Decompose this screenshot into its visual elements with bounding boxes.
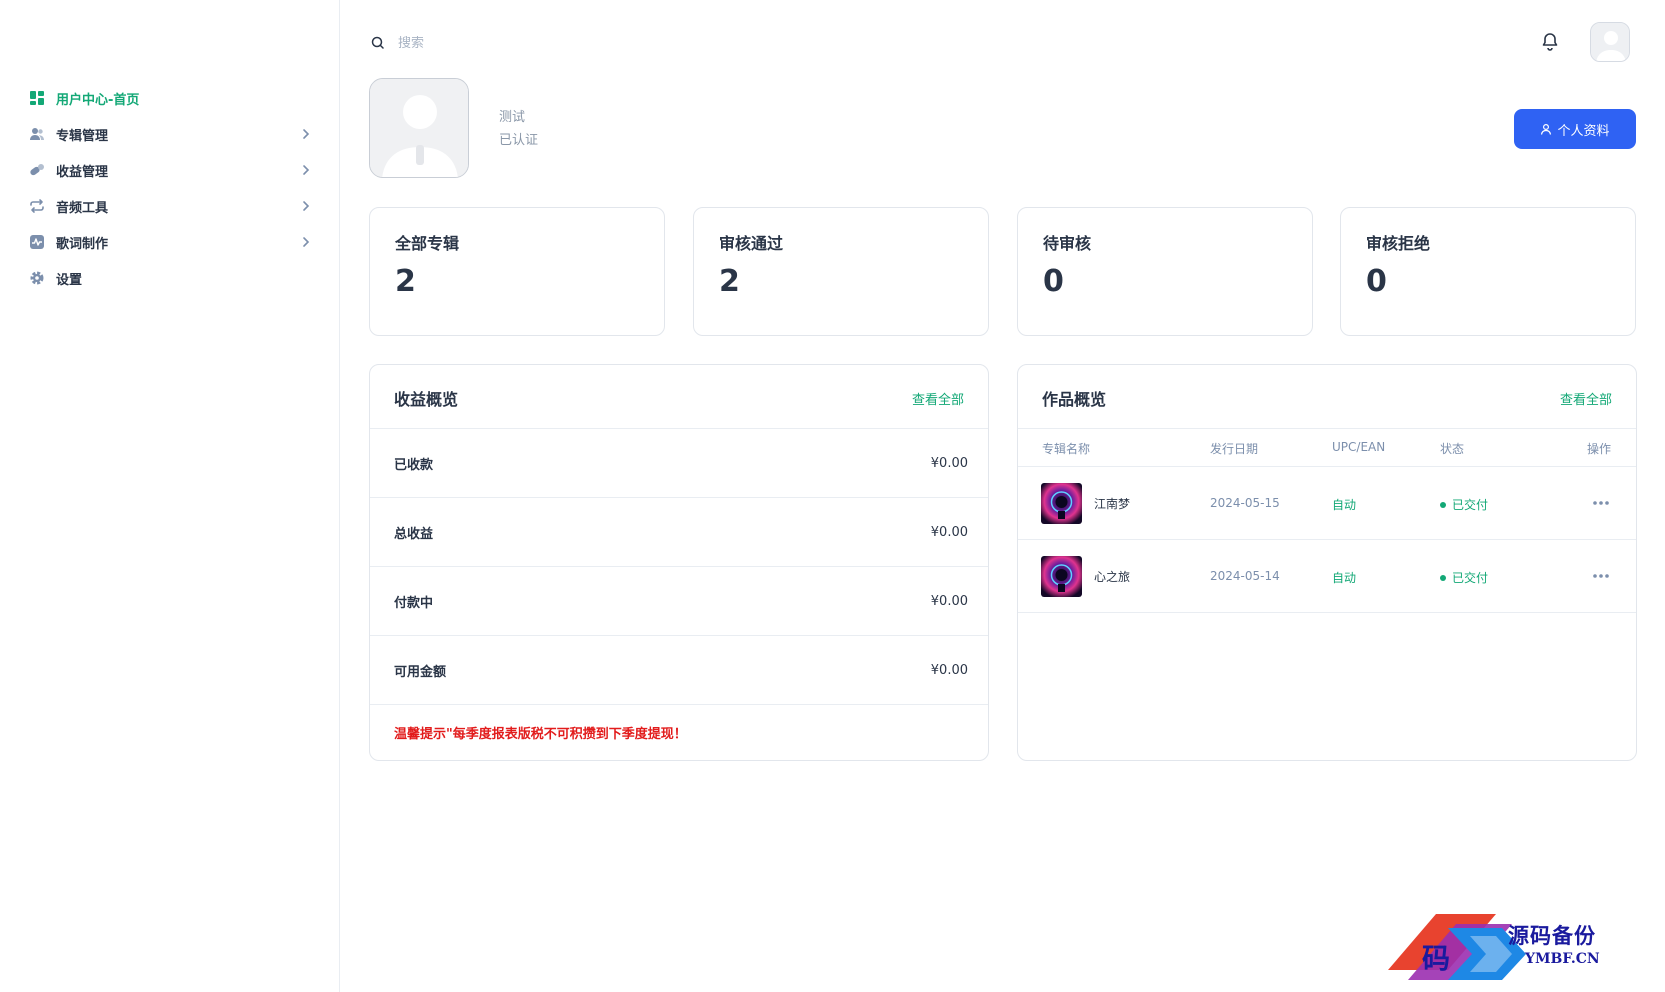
- table-row: 心之旅 2024-05-14 自动 已交付: [1018, 540, 1636, 613]
- income-value: ¥0.00: [930, 455, 968, 471]
- chevron-right-icon: [303, 129, 310, 139]
- income-label: 已收款: [394, 457, 434, 473]
- sidebar-item-label: 用户中心-首页: [56, 92, 140, 108]
- release-date: 2024-05-14: [1210, 569, 1280, 583]
- stat-card-approved: 审核通过 2: [693, 207, 989, 336]
- stat-value: 0: [1366, 264, 1387, 299]
- stat-card-pending: 待审核 0: [1017, 207, 1313, 336]
- upc-value: 自动: [1332, 571, 1357, 585]
- search-bar: [370, 32, 598, 54]
- search-input[interactable]: [398, 35, 598, 51]
- table-header: 专辑名称 发行日期 UPC/EAN 状态 操作: [1018, 429, 1636, 467]
- sidebar-item-label: 收益管理: [56, 164, 109, 180]
- income-overview-card: 收益概览 查看全部 已收款 ¥0.00 总收益 ¥0.00 付款中 ¥0.00 …: [369, 364, 989, 761]
- sidebar-item-income[interactable]: 收益管理: [28, 152, 313, 188]
- bell-icon[interactable]: [1538, 30, 1562, 54]
- status-badge: 已交付: [1440, 569, 1488, 586]
- profile-button[interactable]: 个人资料: [1514, 109, 1636, 149]
- more-options-icon[interactable]: [1591, 568, 1611, 584]
- more-options-icon[interactable]: [1591, 495, 1611, 511]
- stat-label: 全部专辑: [395, 234, 460, 253]
- profile-button-label: 个人资料: [1557, 123, 1610, 139]
- column-header-album-name: 专辑名称: [1042, 442, 1091, 456]
- sidebar-item-albums[interactable]: 专辑管理: [28, 116, 313, 152]
- stat-label: 审核拒绝: [1366, 234, 1431, 253]
- status-text: 已交付: [1452, 498, 1489, 512]
- income-label: 总收益: [394, 526, 434, 542]
- upc-value: 自动: [1332, 498, 1357, 512]
- sidebar-item-settings[interactable]: 设置: [28, 260, 313, 296]
- search-icon[interactable]: [370, 35, 386, 51]
- status-text: 已交付: [1452, 571, 1489, 585]
- users-icon: [28, 125, 46, 143]
- pills-icon: [28, 161, 46, 179]
- column-header-release-date: 发行日期: [1210, 442, 1259, 456]
- profile-verified-status: 已认证: [499, 133, 539, 148]
- album-cover: [1041, 556, 1082, 597]
- sidebar-item-lyrics[interactable]: 歌词制作: [28, 224, 313, 260]
- gear-icon: [28, 269, 46, 287]
- income-row-total: 总收益 ¥0.00: [370, 498, 988, 567]
- view-all-link[interactable]: 查看全部: [912, 389, 964, 408]
- warning-tip: 温馨提示"每季度报表版税不可积攒到下季度提现！: [394, 727, 687, 742]
- sidebar-nav: 用户中心-首页 专辑管理 收益管理 音频工具 歌词制作 设置: [28, 80, 313, 296]
- watermark-domain: YMBF.CN: [1525, 951, 1600, 967]
- sidebar: 用户中心-首页 专辑管理 收益管理 音频工具 歌词制作 设置: [0, 0, 340, 992]
- status-badge: 已交付: [1440, 496, 1488, 513]
- stat-card-all-albums: 全部专辑 2: [369, 207, 665, 336]
- income-row-paying: 付款中 ¥0.00: [370, 567, 988, 636]
- repeat-icon: [28, 197, 46, 215]
- income-value: ¥0.00: [930, 524, 968, 540]
- income-label: 付款中: [394, 595, 434, 611]
- stat-label: 待审核: [1043, 234, 1092, 253]
- stat-label: 审核通过: [719, 234, 784, 253]
- stat-value: 0: [1043, 264, 1064, 299]
- dashboard-icon: [28, 89, 46, 107]
- profile-avatar: [369, 78, 469, 178]
- activity-icon: [28, 233, 46, 251]
- card-title: 收益概览: [394, 390, 459, 409]
- income-value: ¥0.00: [930, 593, 968, 609]
- sidebar-item-home[interactable]: 用户中心-首页: [28, 80, 313, 116]
- avatar[interactable]: [1590, 22, 1630, 62]
- sidebar-item-label: 音频工具: [56, 200, 109, 216]
- sidebar-item-audio-tools[interactable]: 音频工具: [28, 188, 313, 224]
- status-dot: [1440, 501, 1446, 508]
- column-header-upc: UPC/EAN: [1332, 440, 1386, 454]
- stat-card-rejected: 审核拒绝 0: [1340, 207, 1636, 336]
- view-all-link[interactable]: 查看全部: [1560, 389, 1612, 408]
- stat-value: 2: [719, 264, 740, 299]
- column-header-status: 状态: [1440, 442, 1465, 456]
- column-header-actions: 操作: [1586, 442, 1611, 456]
- watermark-char: 码: [1422, 942, 1450, 975]
- table-row: 江南梦 2024-05-15 自动 已交付: [1018, 467, 1636, 540]
- user-icon: [1541, 123, 1552, 135]
- chevron-right-icon: [303, 165, 310, 175]
- works-overview-card: 作品概览 查看全部 专辑名称 发行日期 UPC/EAN 状态 操作 江南梦 20…: [1017, 364, 1637, 761]
- chevron-right-icon: [303, 201, 310, 211]
- income-value: ¥0.00: [930, 662, 968, 678]
- status-dot: [1440, 574, 1446, 581]
- income-row-received: 已收款 ¥0.00: [370, 429, 988, 498]
- card-title: 作品概览: [1042, 390, 1107, 409]
- sidebar-item-label: 专辑管理: [56, 128, 109, 144]
- card-header: 收益概览 查看全部: [370, 365, 988, 429]
- album-name[interactable]: 心之旅: [1094, 568, 1130, 585]
- chevron-right-icon: [303, 237, 310, 247]
- income-label: 可用金额: [394, 664, 447, 680]
- stat-value: 2: [395, 264, 416, 299]
- sidebar-item-label: 歌词制作: [56, 236, 109, 252]
- album-name[interactable]: 江南梦: [1094, 495, 1130, 512]
- album-cover: [1041, 483, 1082, 524]
- income-row-available: 可用金额 ¥0.00: [370, 636, 988, 705]
- watermark-title: 源码备份: [1508, 923, 1596, 948]
- sidebar-item-label: 设置: [56, 272, 83, 288]
- release-date: 2024-05-15: [1210, 496, 1280, 510]
- profile-name: 测试: [499, 110, 526, 125]
- card-header: 作品概览 查看全部: [1018, 365, 1636, 429]
